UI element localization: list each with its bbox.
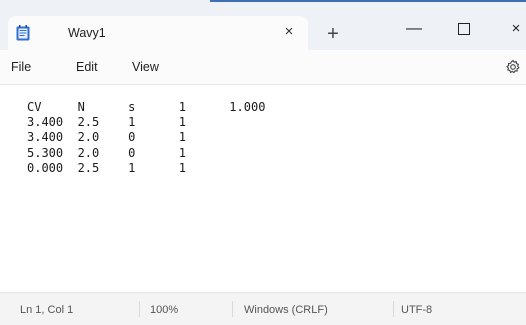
menu-view[interactable]: View: [132, 60, 159, 74]
notepad-icon: [16, 25, 30, 41]
editor-text: CV N s 1 1.000 3.400 2.5 1 1 3.400 2.0 0…: [27, 100, 265, 176]
new-tab-button[interactable]: +: [322, 23, 344, 45]
status-divider: [232, 301, 233, 317]
close-button[interactable]: ×: [501, 18, 526, 40]
tab-title: Wavy1: [68, 26, 106, 40]
status-bar: Ln 1, Col 1 100% Windows (CRLF) UTF-8: [0, 292, 526, 325]
menu-bar: File Edit View: [0, 50, 526, 85]
editor-line: 3.400 2.0 0 1: [27, 130, 186, 145]
line-ending: Windows (CRLF): [244, 304, 328, 316]
editor-line: 5.300 2.0 0 1: [27, 145, 186, 160]
encoding: UTF-8: [401, 304, 433, 316]
editor-line: 0.000 2.5 1 1: [27, 160, 186, 175]
status-divider: [139, 301, 140, 317]
window-accent-line: [210, 0, 526, 2]
tab-close-icon[interactable]: ×: [280, 23, 298, 41]
cursor-position: Ln 1, Col 1: [20, 304, 74, 316]
zoom-level: 100%: [150, 304, 179, 316]
settings-gear-icon[interactable]: [505, 59, 521, 75]
tab-document[interactable]: Wavy1 ×: [8, 16, 308, 50]
maximize-button[interactable]: [449, 18, 479, 40]
maximize-icon: [458, 22, 470, 35]
status-divider: [393, 301, 394, 317]
menu-edit[interactable]: Edit: [76, 60, 98, 74]
text-editor-area[interactable]: CV N s 1 1.000 3.400 2.5 1 1 3.400 2.0 0…: [0, 85, 526, 291]
menu-file[interactable]: File: [11, 60, 31, 74]
editor-line: CV N s 1 1.000: [27, 100, 266, 114]
title-bar: Wavy1 × + — ×: [0, 0, 526, 50]
editor-line: 3.400 2.5 1 1: [27, 115, 186, 130]
minimize-button[interactable]: —: [399, 18, 429, 40]
